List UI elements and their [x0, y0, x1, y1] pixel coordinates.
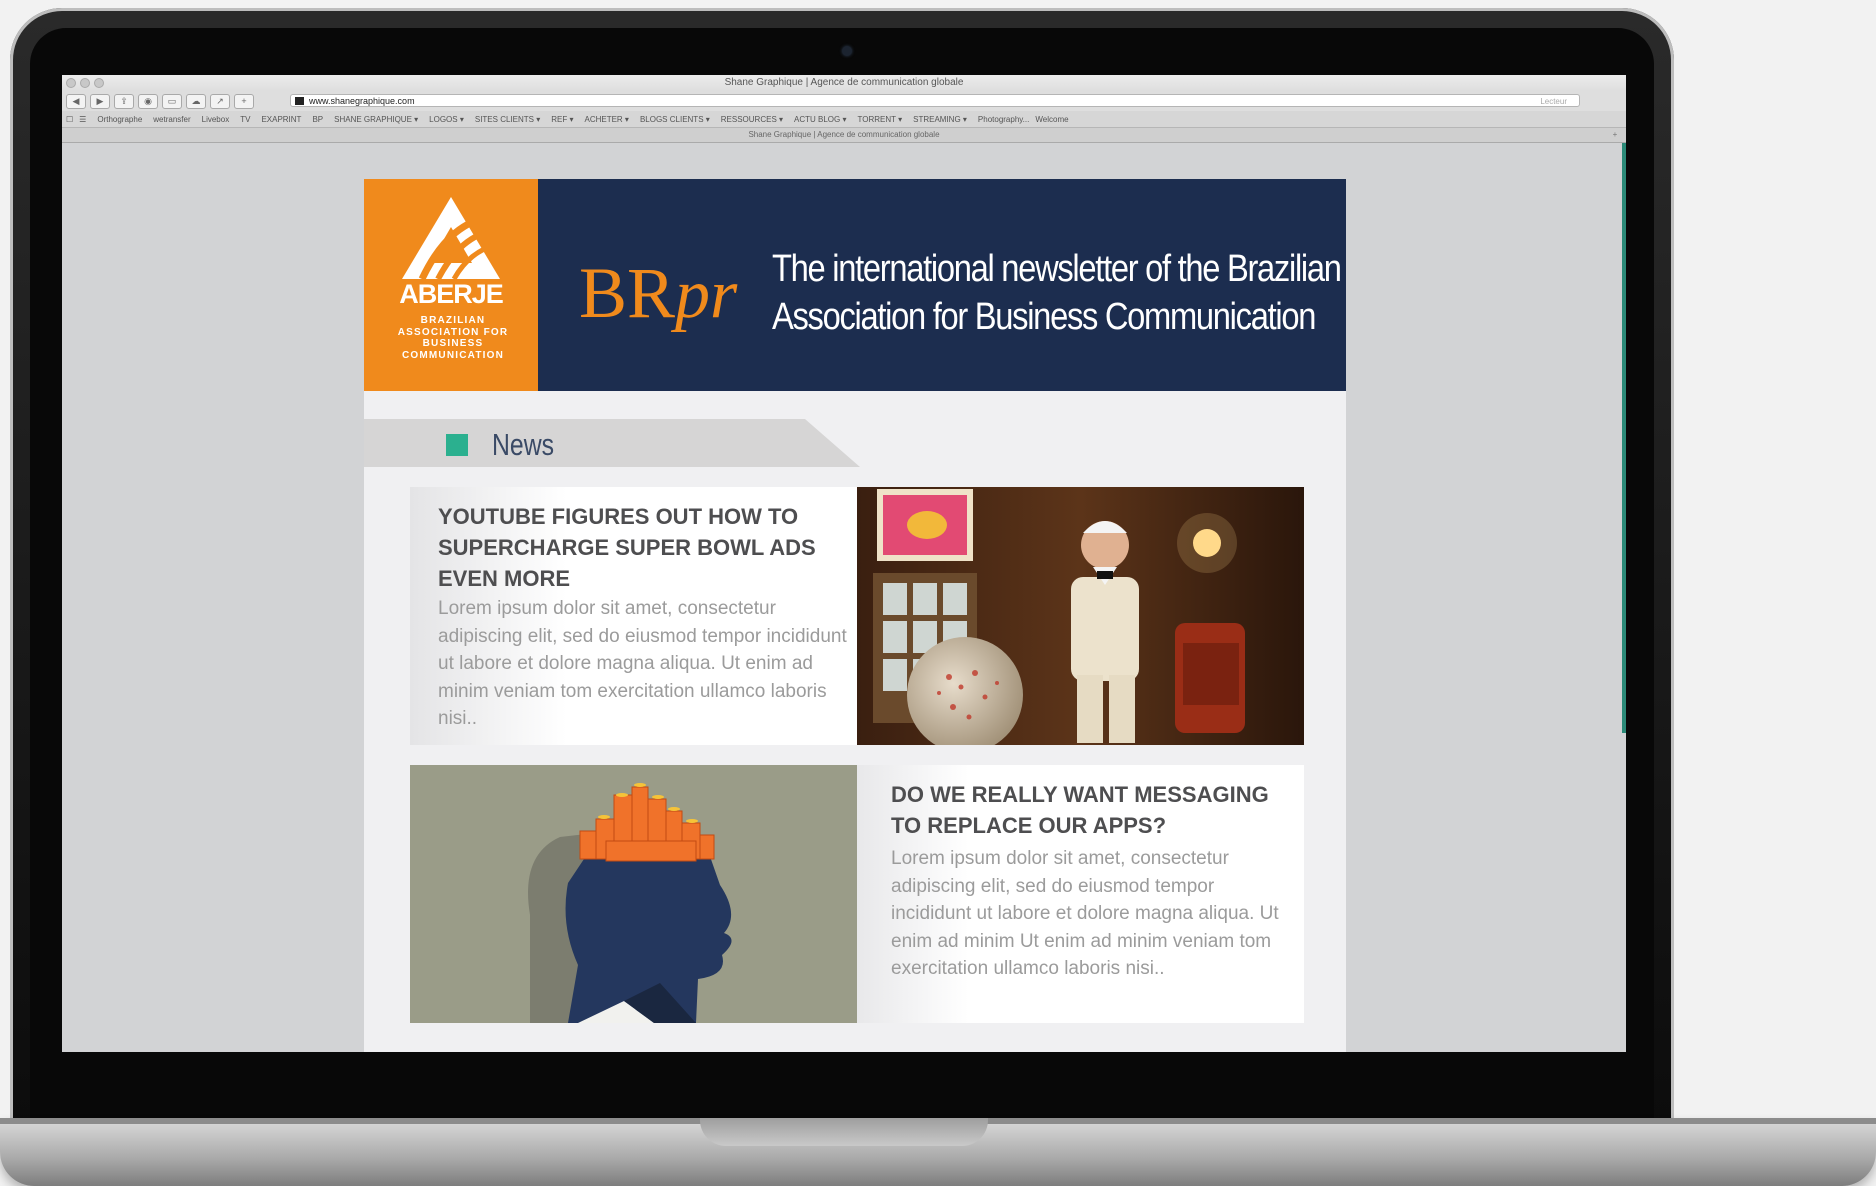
page-edge-accent [1622, 143, 1626, 733]
bookmark-item[interactable]: SITES CLIENTS ▾ [475, 115, 540, 124]
url-text: www.shanegraphique.com [309, 96, 415, 106]
share-sheet-icon[interactable]: ↗ [210, 93, 230, 109]
browser-toolbar: ◀ ▶ ⇪ ◉ ▭ ☁ ↗ + www.shanegraphique.com L… [62, 91, 1626, 111]
bookmarks-icon[interactable]: ☰ [79, 115, 86, 124]
browser-titlebar: Shane Graphique | Agence de communicatio… [62, 75, 1626, 91]
article-body: Lorem ipsum dolor sit amet, consectetur … [891, 848, 1279, 979]
bookmark-item[interactable]: ACHETER ▾ [584, 115, 628, 124]
address-bar[interactable]: www.shanegraphique.com Lecteur [290, 94, 1580, 107]
article-title[interactable]: DO WE REALLY WANT MESSAGING TO REPLACE O… [891, 779, 1291, 841]
extension-icon[interactable]: ◉ [138, 93, 158, 109]
news-section-tab [364, 419, 860, 467]
bookmark-item[interactable]: RESSOURCES ▾ [721, 115, 783, 124]
back-icon[interactable]: ◀ [66, 93, 86, 109]
bookmark-item[interactable]: STREAMING ▾ [913, 115, 967, 124]
minimize-window-icon[interactable] [80, 78, 90, 88]
zoom-window-icon[interactable] [94, 78, 104, 88]
cloud-icon[interactable]: ☁ [186, 93, 206, 109]
bookmark-item[interactable]: TORRENT ▾ [857, 115, 902, 124]
head-illustration-image [410, 765, 857, 1023]
brand-main: BR [579, 253, 676, 333]
tagline-line-1: The international newsletter of the Braz… [772, 248, 1342, 290]
laptop-opening-notch [700, 1118, 988, 1146]
new-tab-icon[interactable]: + [234, 93, 254, 109]
logo-subtitle: BRAZILIAN ASSOCIATION FOR BUSINESS COMMU… [397, 315, 509, 361]
bookmark-item[interactable]: Photography... [978, 115, 1029, 124]
article-body: Lorem ipsum dolor sit amet, consectetur … [438, 598, 847, 729]
bookmark-item[interactable]: BP [312, 115, 323, 124]
reading-list-icon[interactable]: ☐ [66, 115, 73, 124]
tab-active[interactable]: Shane Graphique | Agence de communicatio… [748, 130, 939, 139]
news-section-label: News [492, 427, 555, 462]
logo-wordmark: ABERJE [399, 279, 504, 309]
article-2-illustration[interactable] [410, 765, 857, 1023]
extension-icon[interactable]: ▭ [162, 93, 182, 109]
article-1-photo[interactable] [857, 487, 1304, 745]
bookmarks-bar: ☐ ☰ Orthographe wetransfer Livebox TV EX… [62, 111, 1626, 128]
tagline-line-2: Association for Business Communication [772, 296, 1316, 338]
add-tab-icon[interactable]: + [1608, 128, 1622, 142]
window-controls [66, 78, 104, 88]
bookmark-item[interactable]: LOGOS ▾ [429, 115, 464, 124]
brpr-brand: BRpr [579, 257, 737, 330]
article-title[interactable]: YOUTUBE FIGURES OUT HOW TO SUPERCHARGE S… [438, 501, 838, 594]
colonel-portrait-image [857, 487, 1304, 745]
reader-button[interactable]: Lecteur [1540, 95, 1567, 108]
bookmark-item[interactable]: EXAPRINT [261, 115, 301, 124]
favicon-icon [295, 97, 304, 105]
forward-icon[interactable]: ▶ [90, 93, 110, 109]
bookmark-item[interactable]: BLOGS CLIENTS ▾ [640, 115, 710, 124]
camera-icon [842, 46, 852, 56]
newsletter-header: ABERJE BRAZILIAN ASSOCIATION FOR BUSINES… [364, 179, 1346, 391]
newsletter-tagline: The international newsletter of the Braz… [772, 245, 1342, 341]
share-icon[interactable]: ⇪ [114, 93, 134, 109]
article-card-2[interactable]: DO WE REALLY WANT MESSAGING TO REPLACE O… [857, 765, 1304, 1023]
news-square-icon [446, 434, 468, 456]
bookmark-item[interactable]: ACTU BLOG ▾ [794, 115, 846, 124]
aberje-logo[interactable]: ABERJE BRAZILIAN ASSOCIATION FOR BUSINES… [364, 179, 538, 391]
newsletter: ABERJE BRAZILIAN ASSOCIATION FOR BUSINES… [364, 179, 1346, 1052]
tab-bar: Shane Graphique | Agence de communicatio… [62, 128, 1626, 143]
window-title: Shane Graphique | Agence de communicatio… [724, 77, 964, 88]
bookmark-item[interactable]: Livebox [202, 115, 230, 124]
brand-italic: pr [675, 256, 738, 333]
bookmark-item[interactable]: SHANE GRAPHIQUE ▾ [334, 115, 418, 124]
bookmark-item[interactable]: wetransfer [153, 115, 190, 124]
bookmark-item[interactable]: REF ▾ [551, 115, 573, 124]
article-card-1[interactable]: YOUTUBE FIGURES OUT HOW TO SUPERCHARGE S… [410, 487, 857, 745]
bookmark-item[interactable]: Orthographe [97, 115, 142, 124]
bookmark-item[interactable]: TV [240, 115, 250, 124]
bookmark-item[interactable]: Welcome [1035, 115, 1068, 124]
laptop-screen: Shane Graphique | Agence de communicatio… [62, 75, 1626, 1052]
aberje-logo-mark-icon [402, 197, 500, 279]
close-window-icon[interactable] [66, 78, 76, 88]
